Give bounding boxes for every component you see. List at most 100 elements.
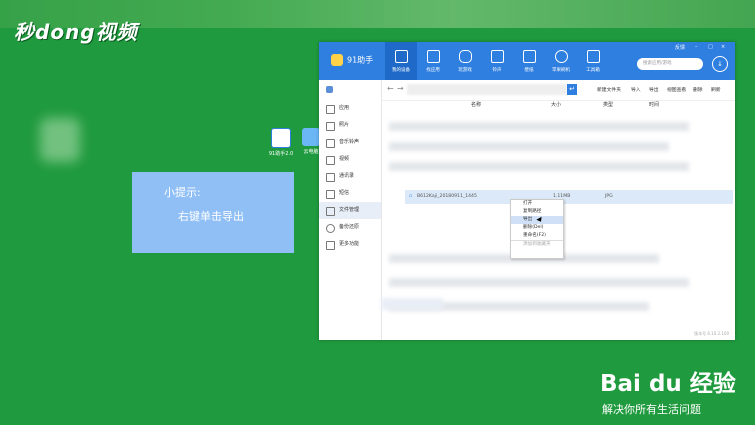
version-label: 版本号 6.10.2.100 xyxy=(694,331,729,336)
backup-icon xyxy=(326,224,335,233)
sidebar-item-music[interactable]: 音乐铃声 xyxy=(319,134,381,151)
go-button[interactable]: ↵ xyxy=(567,84,577,95)
sidebar-item-apps[interactable]: 应用 xyxy=(319,100,381,117)
refresh-icon xyxy=(554,50,568,63)
search-input[interactable]: 搜索应用/游戏 xyxy=(637,58,703,70)
nav-my-device[interactable]: 我的设备 xyxy=(385,42,417,80)
nav-label: 苹果刷机 xyxy=(552,68,570,73)
file-icon: ▫ xyxy=(409,194,413,199)
title-bar: 91助手 我的设备 找应用 玩游戏 铃声 壁纸 苹果刷机 工具箱 反馈 – □ … xyxy=(319,42,735,80)
back-arrow-icon[interactable]: ← xyxy=(387,84,394,93)
delete-button[interactable]: 删除 xyxy=(693,86,703,93)
baidu-logo: Bai du 经验 xyxy=(600,371,736,397)
nav-label: 玩游戏 xyxy=(458,68,472,73)
menu-item-delete[interactable]: 删除(Del) xyxy=(511,224,563,232)
baidu-slogan: 解决你所有生活问题 xyxy=(602,403,701,416)
import-button[interactable]: 导入 xyxy=(631,86,641,93)
app-title: 91助手 xyxy=(331,54,373,66)
forward-arrow-icon[interactable]: → xyxy=(397,84,404,93)
path-bar[interactable] xyxy=(407,84,567,95)
download-icon[interactable]: ↓ xyxy=(712,56,728,72)
blurred-row xyxy=(389,142,669,151)
sidebar-label: 音乐铃声 xyxy=(339,139,360,145)
column-size[interactable]: 大小 xyxy=(551,101,561,108)
desktop-icon-91[interactable]: 91助手2.0 xyxy=(268,128,294,157)
table-row[interactable]: ▫ B612Kaji_20180911_1445 1.11MB JPG xyxy=(405,190,733,204)
nav-label: 我的设备 xyxy=(392,68,410,73)
nav-games[interactable]: 玩游戏 xyxy=(449,42,481,80)
sidebar-item-contacts[interactable]: 通讯录 xyxy=(319,168,381,185)
tip-box: 小提示: 右键单击导出 xyxy=(132,172,294,253)
app-window: 91助手 我的设备 找应用 玩游戏 铃声 壁纸 苹果刷机 工具箱 反馈 – □ … xyxy=(319,42,735,340)
menu-item-rename[interactable]: 重命名(F2) xyxy=(511,232,563,240)
nav-label: 壁纸 xyxy=(524,68,534,73)
photo-icon xyxy=(326,122,335,131)
nav-toolbox[interactable]: 工具箱 xyxy=(577,42,609,80)
sidebar-label: 文件管理 xyxy=(339,207,360,213)
view-button[interactable]: 视图查看 xyxy=(667,86,686,93)
sidebar-label: 更多功能 xyxy=(339,241,360,247)
sidebar-item-backup[interactable]: 备份还原 xyxy=(319,219,381,236)
menu-item-copy-path[interactable]: 复制路径 xyxy=(511,208,563,216)
sidebar-label: 短信 xyxy=(339,190,350,196)
column-name[interactable]: 名称 xyxy=(471,101,481,108)
nav-wallpaper[interactable]: 壁纸 xyxy=(513,42,545,80)
new-folder-button[interactable]: 新建文件夹 xyxy=(597,86,621,93)
export-button[interactable]: 导出 xyxy=(649,86,659,93)
phone-icon xyxy=(394,50,408,63)
sidebar-item-sms[interactable]: 短信 xyxy=(319,185,381,202)
gamepad-icon xyxy=(458,50,472,63)
desktop-icon-label: 91助手2.0 xyxy=(268,151,294,157)
column-header: 名称 大小 类型 时间 xyxy=(381,100,735,112)
sidebar-label: 应用 xyxy=(339,105,350,111)
tip-title: 小提示: xyxy=(164,186,201,199)
baidu-jingyan-watermark: Bai du 经验 解决你所有生活问题 xyxy=(600,364,736,417)
nav-find-app[interactable]: 找应用 xyxy=(417,42,449,80)
blurred-row xyxy=(389,122,689,131)
nav-label: 铃声 xyxy=(492,68,502,73)
nav-label: 找应用 xyxy=(426,68,440,73)
sidebar-label: 照片 xyxy=(339,122,350,128)
sidebar-label: 通讯录 xyxy=(339,173,355,179)
menu-item-add-favorite[interactable]: 添加到收藏夹 xyxy=(511,240,563,249)
blurred-sidebar-footer xyxy=(381,298,443,310)
app-name-label: 91助手 xyxy=(347,55,374,65)
menu-item-open[interactable]: 打开 xyxy=(511,200,563,208)
close-button[interactable]: × xyxy=(721,44,725,50)
sidebar-item-photos[interactable]: 照片 xyxy=(319,117,381,134)
computer-icon xyxy=(302,128,320,146)
column-type[interactable]: 类型 xyxy=(603,101,613,108)
image-icon xyxy=(522,50,536,63)
sidebar-item-more[interactable]: 更多功能 xyxy=(319,236,381,253)
feedback-link[interactable]: 反馈 xyxy=(675,44,685,51)
nav-flash[interactable]: 苹果刷机 xyxy=(545,42,577,80)
sidebar: 应用 照片 音乐铃声 视频 通讯录 短信 文件管理 备份还原 更多功能 xyxy=(319,80,382,340)
column-time[interactable]: 时间 xyxy=(649,101,659,108)
app-logo-icon xyxy=(331,54,343,66)
file-type: JPG xyxy=(605,194,613,199)
app-91-icon xyxy=(271,128,291,148)
bag-icon xyxy=(426,50,440,63)
sidebar-label: 视频 xyxy=(339,156,350,162)
blurred-row xyxy=(389,162,689,171)
blurred-desktop-icon xyxy=(40,118,80,162)
grid-icon xyxy=(326,241,335,250)
minimize-button[interactable]: – xyxy=(695,44,698,50)
toolbox-icon xyxy=(586,50,600,63)
nav-label: 工具箱 xyxy=(586,68,600,73)
video-logo: 秒dong视频 xyxy=(14,20,138,44)
refresh-button[interactable]: 刷新 xyxy=(711,86,721,93)
sidebar-label: 备份还原 xyxy=(339,224,360,230)
blurred-row xyxy=(389,278,689,287)
apps-icon xyxy=(326,105,335,114)
sidebar-item-files[interactable]: 文件管理 xyxy=(319,202,381,219)
nav-ringtones[interactable]: 铃声 xyxy=(481,42,513,80)
file-name: B612Kaji_20180911_1445 xyxy=(417,194,477,199)
file-toolbar: ← → ↵ 新建文件夹 导入 导出 视图查看 删除 刷新 xyxy=(381,80,735,101)
maximize-button[interactable]: □ xyxy=(708,44,713,50)
video-icon xyxy=(326,156,335,165)
message-icon xyxy=(326,190,335,199)
context-menu: 打开 复制路径 导出 删除(Del) 重命名(F2) 添加到收藏夹 xyxy=(510,199,564,259)
folder-icon xyxy=(326,207,335,216)
sidebar-item-video[interactable]: 视频 xyxy=(319,151,381,168)
